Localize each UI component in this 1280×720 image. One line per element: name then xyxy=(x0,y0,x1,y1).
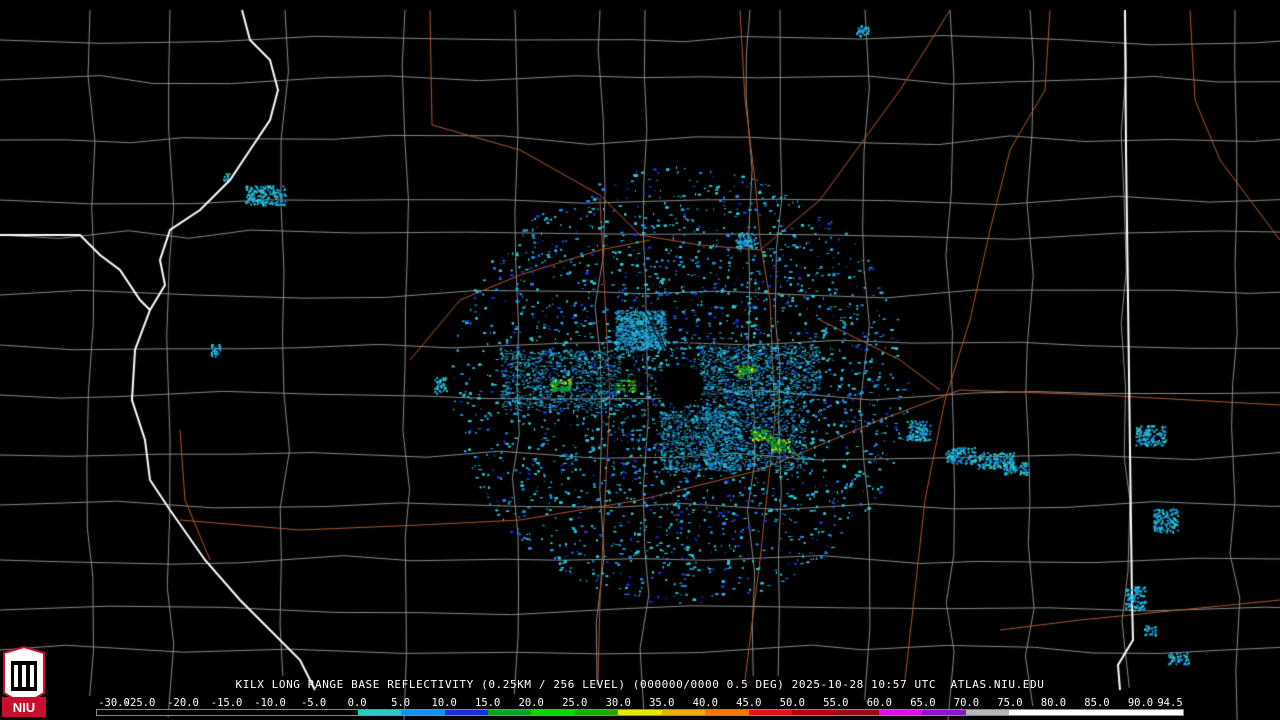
colorbar-segment xyxy=(922,710,966,715)
scale-label: 25.0 xyxy=(562,697,588,709)
scale-label: 35.0 xyxy=(649,697,675,709)
colorbar-segment xyxy=(661,710,706,715)
scale-label: -15.0 xyxy=(210,697,243,709)
scale-label: 50.0 xyxy=(779,697,805,709)
niu-logo-text: NIU xyxy=(13,700,35,715)
colorbar-segment xyxy=(965,710,1010,715)
scale-label: 80.0 xyxy=(1040,697,1067,709)
colorbar-segment xyxy=(878,710,923,715)
scale-label: 90.0 xyxy=(1127,697,1154,709)
colorbar-segment xyxy=(183,710,228,715)
radar-map xyxy=(0,0,1280,720)
colorbar-segment xyxy=(1096,710,1140,715)
scale-label: 10.0 xyxy=(431,697,457,709)
scale-label: 94.5 xyxy=(1157,697,1183,709)
colorbar-segment xyxy=(1009,710,1053,715)
scale-label: 15.0 xyxy=(475,697,501,709)
colorbar-segment xyxy=(748,710,792,715)
colorbar-segment xyxy=(227,710,271,715)
scale-label: 20.0 xyxy=(518,697,544,709)
colorbar-segment xyxy=(835,710,879,715)
colorbar-segment xyxy=(140,710,184,715)
colorbar-segment xyxy=(531,710,575,715)
scale-label: 55.0 xyxy=(823,697,849,709)
scale-label: -5.0 xyxy=(300,697,327,709)
scale-label: 65.0 xyxy=(910,697,936,709)
scale-label: 45.0 xyxy=(736,697,762,709)
colorbar-segment xyxy=(705,710,749,715)
scale-label: 30.0 xyxy=(605,697,631,709)
scale-label: -25.0 xyxy=(123,697,156,709)
scale-label: 70.0 xyxy=(953,697,980,709)
colorbar-segment xyxy=(487,710,532,715)
scale-label: 75.0 xyxy=(997,697,1023,709)
colorbar-segment xyxy=(1139,710,1183,715)
scale-label: 0.0 xyxy=(347,697,367,709)
scale-label: 40.0 xyxy=(692,697,718,709)
reflectivity-colorbar xyxy=(96,709,1184,716)
scale-label: 60.0 xyxy=(866,697,893,709)
colorbar-segment xyxy=(444,710,488,715)
scale-label: 85.0 xyxy=(1084,697,1110,709)
scale-label: -20.0 xyxy=(167,697,199,709)
colorbar-segment xyxy=(270,710,315,715)
colorbar-segment xyxy=(574,710,619,715)
scale-label: 5.0 xyxy=(391,697,411,709)
reflectivity-scale-labels: -30.0 -25.0 -20.0 -15.0 -10.0 -5.0 0.0 5.0 10.0 1… xyxy=(96,697,1184,709)
colorbar-segment xyxy=(1052,710,1097,715)
colorbar-segment xyxy=(97,710,141,715)
scale-label: -10.0 xyxy=(254,697,286,709)
product-title: KILX LONG RANGE BASE REFLECTIVITY (0.25K… xyxy=(235,678,1045,691)
colorbar-segment xyxy=(792,710,836,715)
colorbar-segment xyxy=(314,710,358,715)
colorbar-segment xyxy=(618,710,662,715)
colorbar-segment xyxy=(357,710,402,715)
colorbar-segment xyxy=(401,710,445,715)
